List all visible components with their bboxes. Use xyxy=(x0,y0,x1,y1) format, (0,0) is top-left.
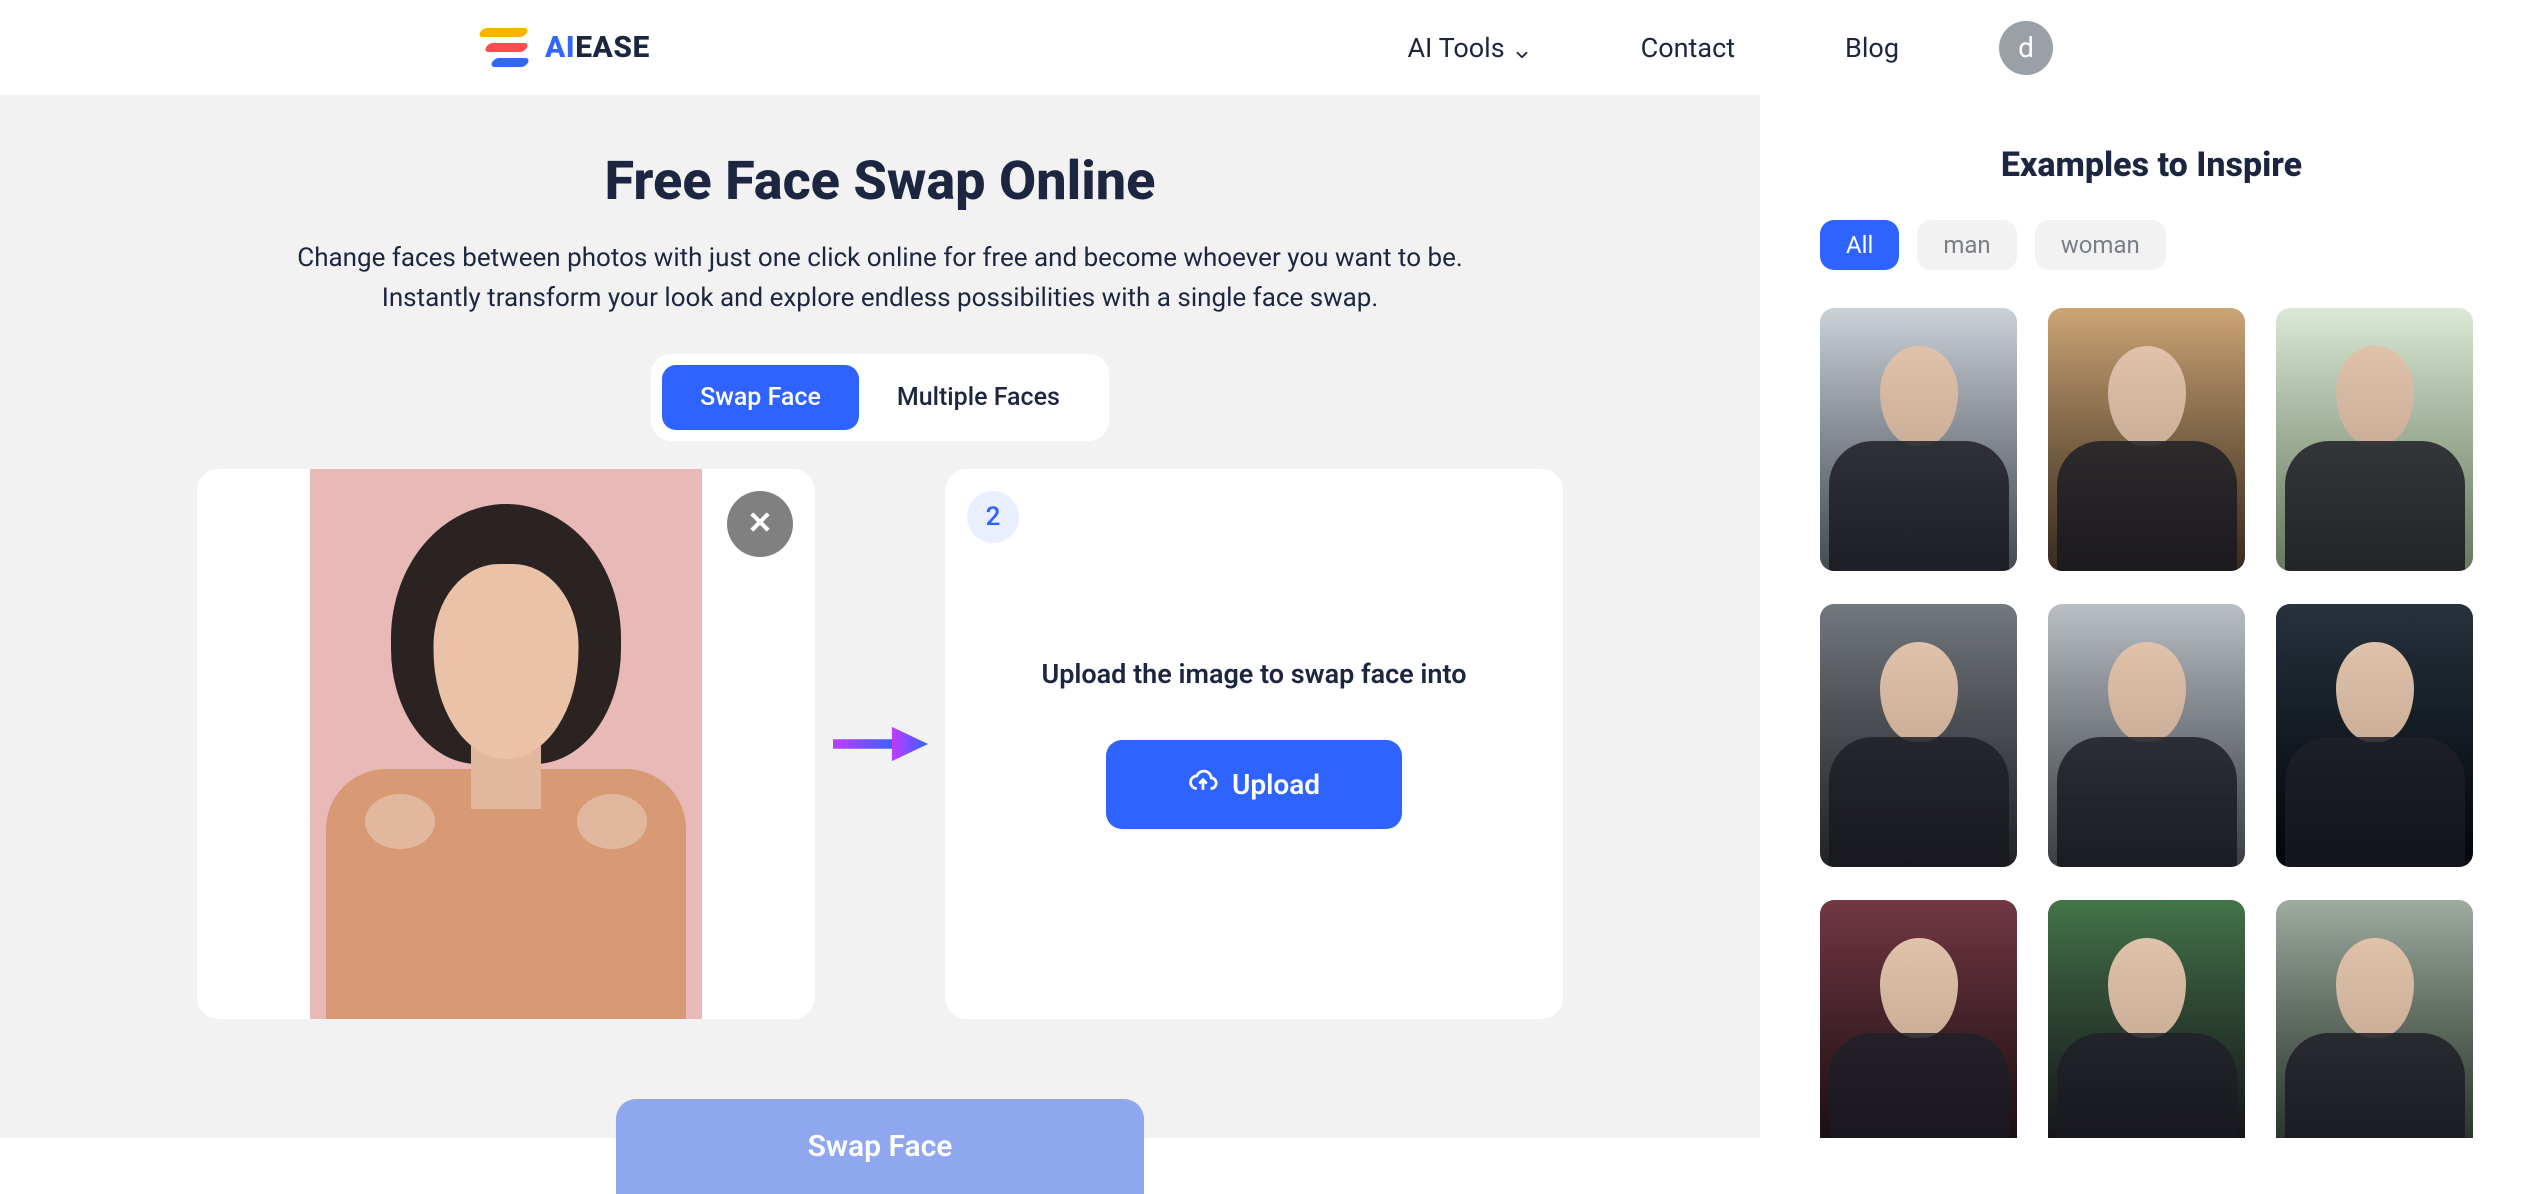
filter-all-label: All xyxy=(1846,231,1873,259)
upload-button-label: Upload xyxy=(1232,768,1320,801)
example-thumb[interactable] xyxy=(2276,900,2473,1138)
nav-ai-tools[interactable]: AI Tools xyxy=(1407,32,1530,64)
examples-sidebar: Examples to Inspire All man woman xyxy=(1760,95,2533,1138)
source-image-card xyxy=(197,469,815,1019)
examples-grid xyxy=(1820,308,2483,1138)
nav-contact[interactable]: Contact xyxy=(1641,32,1735,64)
example-thumb[interactable] xyxy=(2276,308,2473,571)
nav-contact-label: Contact xyxy=(1641,32,1735,64)
page-subtitle: Change faces between photos with just on… xyxy=(250,238,1510,319)
logo-text-ease: EASE xyxy=(575,30,650,65)
tab-swap-face[interactable]: Swap Face xyxy=(662,365,859,430)
example-filters: All man woman xyxy=(1820,220,2483,270)
close-icon xyxy=(746,508,774,540)
target-upload-card: 2 Upload the image to swap face into Upl… xyxy=(945,469,1563,1019)
filter-woman-label: woman xyxy=(2061,231,2140,259)
step-badge-number: 2 xyxy=(986,502,1001,532)
example-thumb[interactable] xyxy=(2048,308,2245,571)
example-thumb[interactable] xyxy=(1820,900,2017,1138)
example-thumb[interactable] xyxy=(2048,604,2245,867)
main-panel: Free Face Swap Online Change faces betwe… xyxy=(0,95,1760,1138)
upload-button[interactable]: Upload xyxy=(1106,740,1402,829)
page-title: Free Face Swap Online xyxy=(605,150,1156,213)
nav-blog-label: Blog xyxy=(1845,32,1899,64)
swap-face-button-label: Swap Face xyxy=(808,1129,953,1164)
upload-prompt: Upload the image to swap face into xyxy=(1041,658,1466,690)
logo[interactable]: AIEASE xyxy=(480,28,650,68)
source-image[interactable] xyxy=(310,469,702,1019)
arrow-right-icon xyxy=(815,724,945,764)
tab-swap-face-label: Swap Face xyxy=(700,383,821,412)
logo-text-ai: AI xyxy=(545,30,575,65)
logo-text: AIEASE xyxy=(545,30,650,65)
remove-source-button[interactable] xyxy=(727,491,793,557)
logo-mark-icon xyxy=(480,28,535,68)
chevron-down-icon xyxy=(1513,39,1531,57)
examples-title: Examples to Inspire xyxy=(1820,145,2483,185)
filter-man[interactable]: man xyxy=(1917,220,2016,270)
tab-multiple-faces[interactable]: Multiple Faces xyxy=(859,365,1098,430)
avatar[interactable]: d xyxy=(1999,21,2053,75)
header: AIEASE AI Tools Contact Blog d xyxy=(0,0,2533,95)
example-thumb[interactable] xyxy=(1820,604,2017,867)
nav-ai-tools-label: AI Tools xyxy=(1407,32,1504,64)
cloud-upload-icon xyxy=(1188,766,1218,803)
swap-row: 2 Upload the image to swap face into Upl… xyxy=(197,469,1563,1019)
nav-blog[interactable]: Blog xyxy=(1845,32,1899,64)
step-badge: 2 xyxy=(967,491,1019,543)
filter-all[interactable]: All xyxy=(1820,220,1899,270)
example-thumb[interactable] xyxy=(1820,308,2017,571)
tab-multiple-faces-label: Multiple Faces xyxy=(897,383,1060,412)
filter-man-label: man xyxy=(1943,231,1990,259)
mode-tabs: Swap Face Multiple Faces xyxy=(651,354,1109,441)
filter-woman[interactable]: woman xyxy=(2035,220,2166,270)
avatar-initial: d xyxy=(2018,31,2034,64)
example-thumb[interactable] xyxy=(2276,604,2473,867)
top-nav: AI Tools Contact Blog d xyxy=(1407,21,2053,75)
swap-face-button[interactable]: Swap Face xyxy=(616,1099,1144,1194)
example-thumb[interactable] xyxy=(2048,900,2245,1138)
